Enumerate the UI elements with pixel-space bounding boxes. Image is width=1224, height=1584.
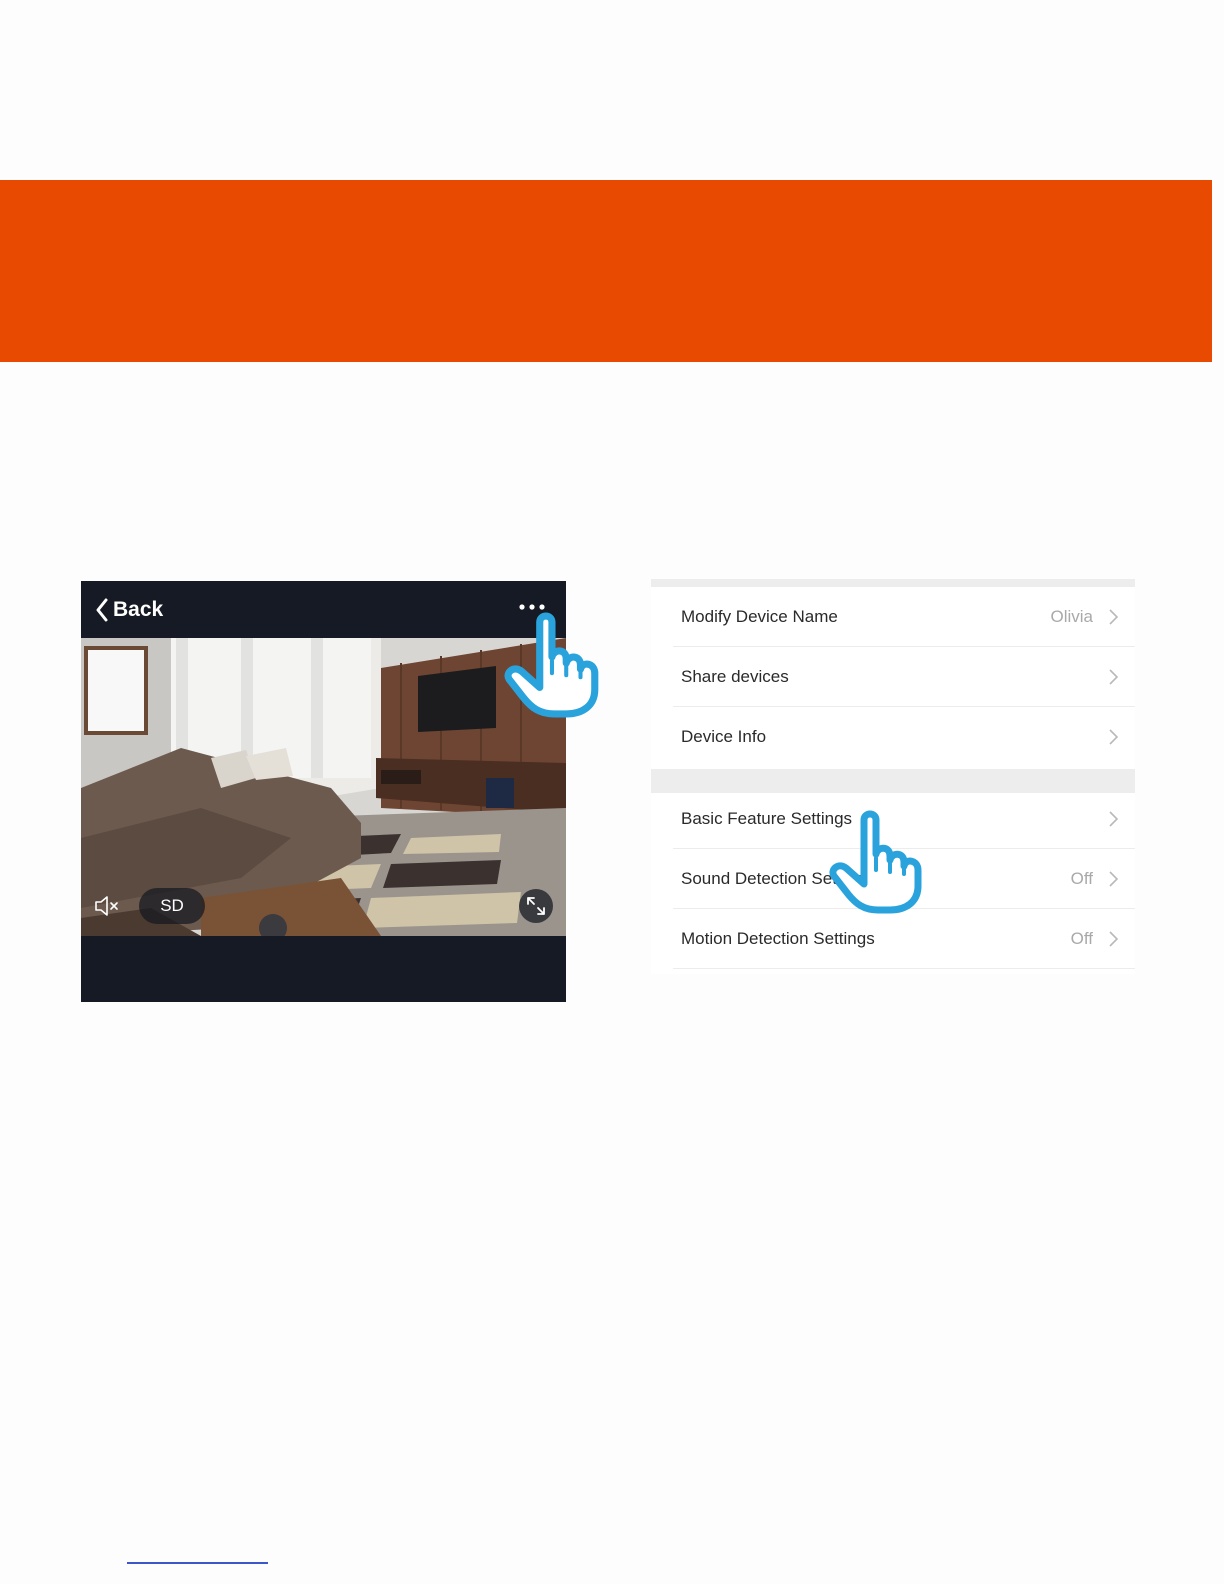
- motion-detection-settings-row[interactable]: Motion Detection Settings Off: [651, 909, 1135, 969]
- row-label: Modify Device Name: [681, 607, 838, 626]
- device-info-row[interactable]: Device Info: [651, 707, 1135, 767]
- row-label: Motion Detection Settings: [681, 929, 875, 948]
- row-value: Off: [1070, 929, 1093, 948]
- row-divider: [673, 968, 1135, 969]
- fullscreen-icon: [527, 897, 545, 915]
- row-label: Device Info: [681, 727, 767, 746]
- share-devices-row[interactable]: Share devices: [651, 647, 1135, 707]
- chevron-right-icon: [1109, 669, 1118, 685]
- row-label: Share devices: [681, 667, 789, 686]
- header-banner: [0, 180, 1212, 362]
- row-label: Basic Feature Settings: [681, 809, 853, 828]
- camera-bottom-bar: [81, 936, 566, 1002]
- chevron-right-icon: [1109, 811, 1118, 827]
- row-value: Off: [1070, 869, 1093, 888]
- chevron-right-icon: [1109, 609, 1118, 625]
- device-settings-panel: Modify Device Name Olivia Share devices …: [651, 579, 1135, 974]
- section-divider: [651, 579, 1135, 587]
- camera-live-view: Back SD: [81, 581, 566, 1002]
- back-button[interactable]: Back: [95, 595, 163, 625]
- modify-device-name-row[interactable]: Modify Device Name Olivia: [651, 587, 1135, 647]
- fullscreen-button[interactable]: [519, 889, 553, 923]
- camera-top-bar: Back: [81, 581, 566, 638]
- chevron-left-icon: [96, 598, 108, 622]
- row-value: Olivia: [1050, 607, 1093, 626]
- pointer-hand-icon: [504, 612, 599, 718]
- quality-toggle-button[interactable]: SD: [139, 888, 205, 924]
- speaker-muted-icon[interactable]: [93, 892, 121, 920]
- pointer-hand-icon: [829, 810, 922, 914]
- back-button-label: Back: [113, 598, 164, 621]
- footer-link-underline[interactable]: [127, 1562, 268, 1564]
- chevron-right-icon: [1109, 931, 1118, 947]
- chevron-right-icon: [1109, 729, 1118, 745]
- chevron-right-icon: [1109, 871, 1118, 887]
